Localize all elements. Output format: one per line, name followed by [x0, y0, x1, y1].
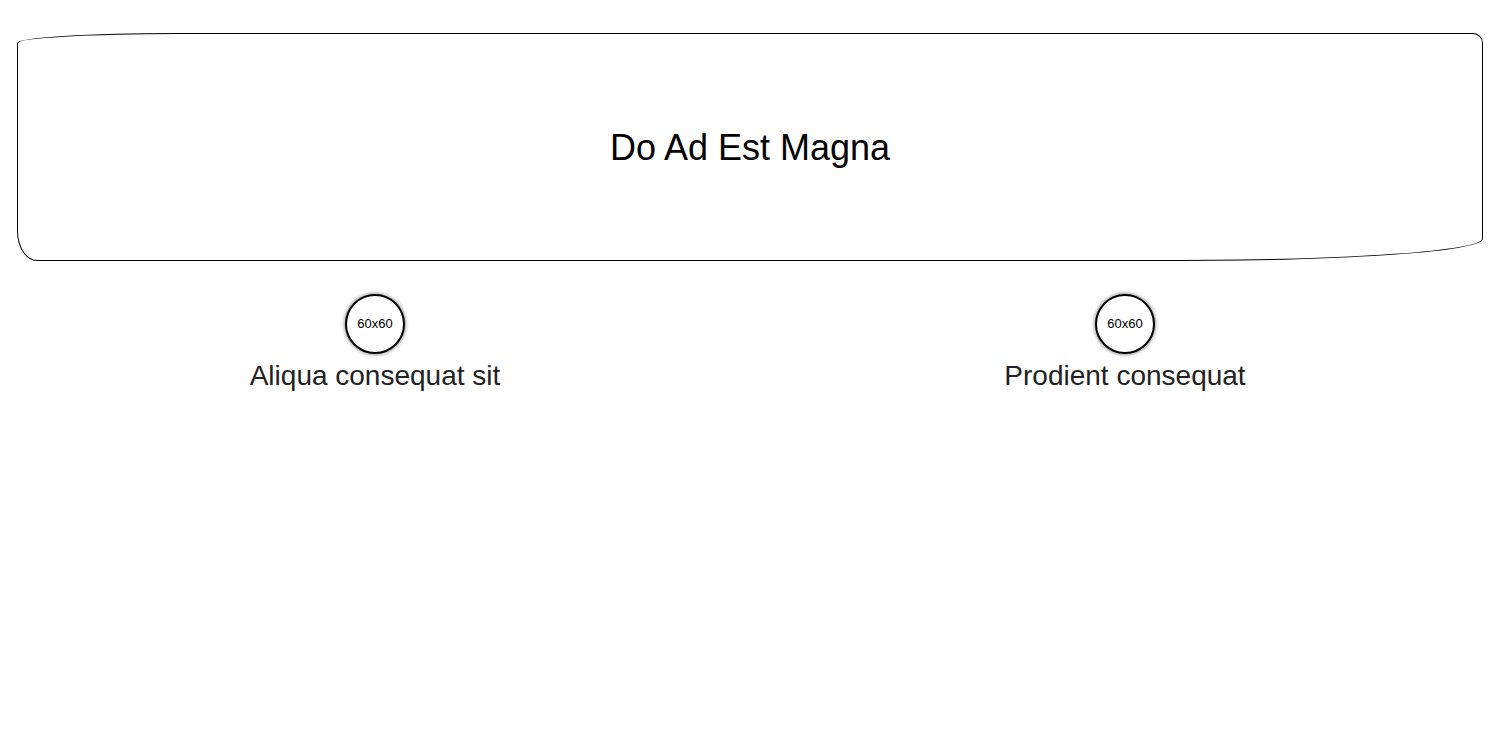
item-label: Prodient consequat: [1004, 358, 1245, 393]
item-card: 60x60 Prodient consequat: [750, 294, 1500, 393]
item-grid: 60x60 Aliqua consequat sit 60x60 Prodient c…: [0, 294, 1500, 393]
image-size-label: 60x60: [357, 314, 392, 334]
page: Do Ad Est Magna 60x60 Aliqua consequat sit…: [0, 0, 1500, 752]
image-size-label: 60x60: [1107, 314, 1142, 334]
item-card: 60x60 Aliqua consequat sit: [0, 294, 750, 393]
image-placeholder: 60x60: [1095, 294, 1155, 354]
image-placeholder: 60x60: [345, 294, 405, 354]
item-label: Aliqua consequat sit: [250, 358, 501, 393]
header-title: Do Ad Est Magna: [610, 125, 890, 170]
header-box: Do Ad Est Magna: [17, 33, 1483, 261]
